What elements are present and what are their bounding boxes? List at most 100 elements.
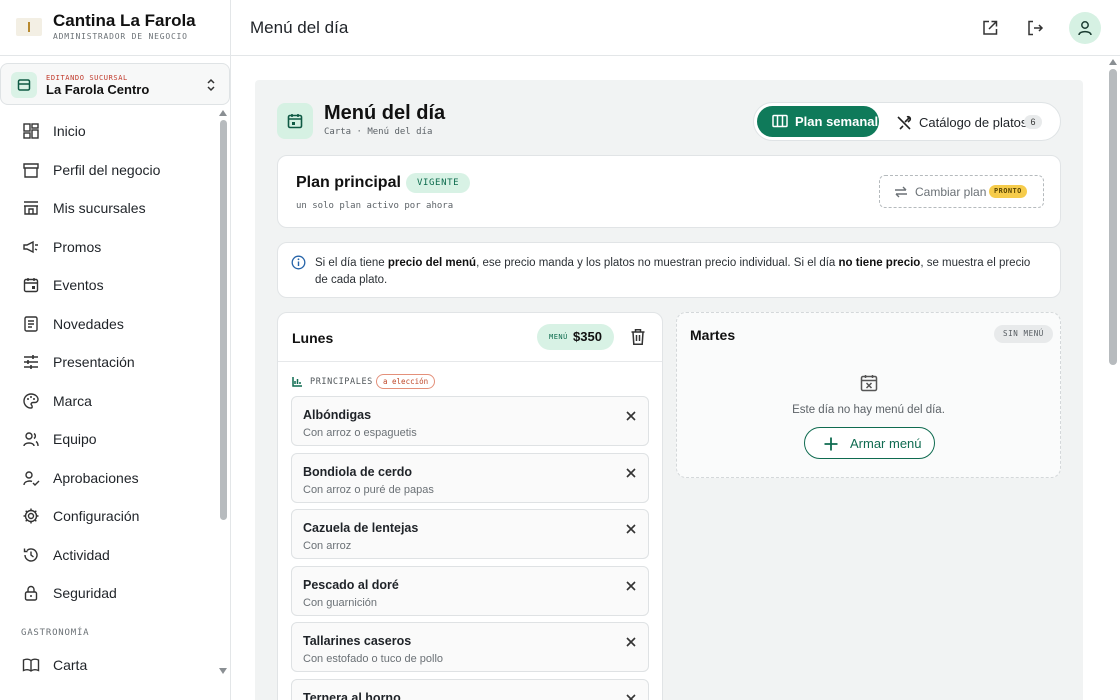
menu-price-badge[interactable]: MENÚ $350 [537,324,614,350]
megaphone-icon [23,240,38,253]
scrollbar-thumb[interactable] [1109,69,1117,365]
dashboard-icon [23,123,39,139]
dish-name: Bondiola de cerdo [303,465,413,479]
brand-title: Cantina La Farola [53,11,196,30]
gear-icon [23,508,39,524]
sidebar-item-configuracion[interactable]: Configuración [0,497,218,536]
sidebar: Cantina La Farola ADMINISTRADOR DE NEGOC… [0,0,231,700]
brand-logo [16,18,42,36]
logout-button[interactable] [1023,16,1047,40]
dish-name: Cazuela de lentejas [303,521,419,535]
main-scrollbar[interactable] [1106,56,1120,700]
sidebar-item-promos[interactable]: Promos [0,228,218,267]
dish-description: Con arroz [303,540,352,552]
content-title: Menú del día [324,102,446,124]
scrollbar-thumb[interactable] [220,120,227,520]
sidebar-item-label: Inicio [53,123,86,140]
columns-icon [772,114,788,128]
sidebar-item-label: Actividad [53,546,110,563]
category-label: PRINCIPALES [310,377,373,387]
change-plan-button[interactable]: Cambiar plan PRONTO [879,175,1044,208]
sidebar-item-label: Presentación [53,354,135,371]
price-value: $350 [573,329,602,344]
dish-description: Con guarnición [303,597,377,609]
info-notice: Si el día tiene precio del menú, ese pre… [277,242,1061,298]
sidebar-item-label: Eventos [53,277,104,294]
dish-name: Tallarines caseros [303,634,412,648]
tab-label: Plan semanal [795,114,879,129]
topbar: Menú del día [231,0,1120,56]
dish-item: Pescado al doré Con guarnición [291,566,649,616]
close-icon[interactable] [624,522,638,536]
day-card-lunes: Lunes MENÚ $350 PRINCIPALES a elección A… [277,312,663,700]
calendar-x-icon [860,375,878,392]
sidebar-item-actividad[interactable]: Actividad [0,536,218,575]
dish-item: Tallarines caseros Con estofado o tuco d… [291,622,649,672]
open-external-button[interactable] [978,16,1002,40]
sidebar-item-presentacion[interactable]: Presentación [0,343,218,382]
build-menu-button[interactable]: Armar menú [804,427,935,459]
calendar-icon [277,103,313,139]
sidebar-item-equipo[interactable]: Equipo [0,420,218,459]
plan-card: Plan principal VIGENTE un solo plan acti… [277,155,1061,228]
sidebar-scrollbar[interactable] [218,108,229,680]
sidebar-item-perfil[interactable]: Perfil del negocio [0,151,218,190]
close-icon[interactable] [624,635,638,649]
swap-icon [895,186,907,198]
sidebar-item-label: Seguridad [53,585,117,602]
scroll-up-arrow-icon[interactable] [1109,59,1117,65]
sidebar-item-aprobaciones[interactable]: Aprobaciones [0,459,218,498]
view-switcher: Plan semanal Catálogo de platos 6 [753,102,1061,141]
store-icon [11,72,37,98]
store-icon [23,162,39,178]
palette-icon [23,392,39,409]
sidebar-item-sucursales[interactable]: Mis sucursales [0,189,218,228]
category-icon [292,377,302,387]
page-title: Menú del día [250,18,349,37]
sliders-icon [24,355,38,369]
user-check-icon [23,470,40,486]
sidebar-item-marca[interactable]: Marca [0,382,218,421]
close-icon[interactable] [624,579,638,593]
sidebar-item-label: Mis sucursales [53,200,146,217]
sidebar-item-seguridad[interactable]: Seguridad [0,574,218,613]
sidebar-item-label: Configuración [53,508,140,525]
user-avatar-button[interactable] [1069,12,1101,44]
scroll-down-arrow-icon[interactable] [219,668,227,674]
sidebar-item-eventos[interactable]: Eventos [0,266,218,305]
plan-subtitle: un solo plan activo por ahora [296,201,454,211]
dish-description: Con arroz o puré de papas [303,484,434,496]
branches-icon [24,201,38,215]
scroll-up-arrow-icon[interactable] [219,110,227,116]
nav-section-title: GASTRONOMÍA [21,628,90,638]
plan-title: Plan principal [296,174,401,191]
day-name: Lunes [292,330,334,346]
brand-subtitle: ADMINISTRADOR DE NEGOCIO [53,32,188,41]
team-icon [23,432,39,447]
dish-name: Pescado al doré [303,578,399,592]
plus-icon [824,437,838,451]
calendar-icon [23,278,39,293]
branch-name: La Farola Centro [46,82,150,97]
sidebar-item-inicio[interactable]: Inicio [0,112,218,151]
branch-selector[interactable]: EDITANDO SUCURSAL La Farola Centro [0,63,230,105]
logout-icon [1028,20,1044,36]
category-tag: a elección [376,374,436,389]
close-icon[interactable] [624,692,638,700]
user-icon [1078,21,1092,36]
day-card-martes: Martes SIN MENÚ Este día no hay menú del… [676,312,1061,478]
change-plan-label: Cambiar plan [915,185,987,199]
day-name: Martes [690,327,736,343]
tab-plan-semanal[interactable]: Plan semanal [757,106,879,137]
info-icon [291,255,306,270]
dish-item: Cazuela de lentejas Con arroz [291,509,649,559]
count-badge: 6 [1024,115,1042,129]
close-icon[interactable] [624,409,638,423]
close-icon[interactable] [624,466,638,480]
sidebar-item-novedades[interactable]: Novedades [0,305,218,344]
trash-icon[interactable] [630,328,646,346]
info-text: Si el día tiene precio del menú, ese pre… [315,257,1031,286]
empty-message: Este día no hay menú del día. [792,404,945,416]
tab-catalogo-platos[interactable]: Catálogo de platos 6 [896,113,1056,133]
sidebar-item-carta[interactable]: Carta [0,646,218,684]
